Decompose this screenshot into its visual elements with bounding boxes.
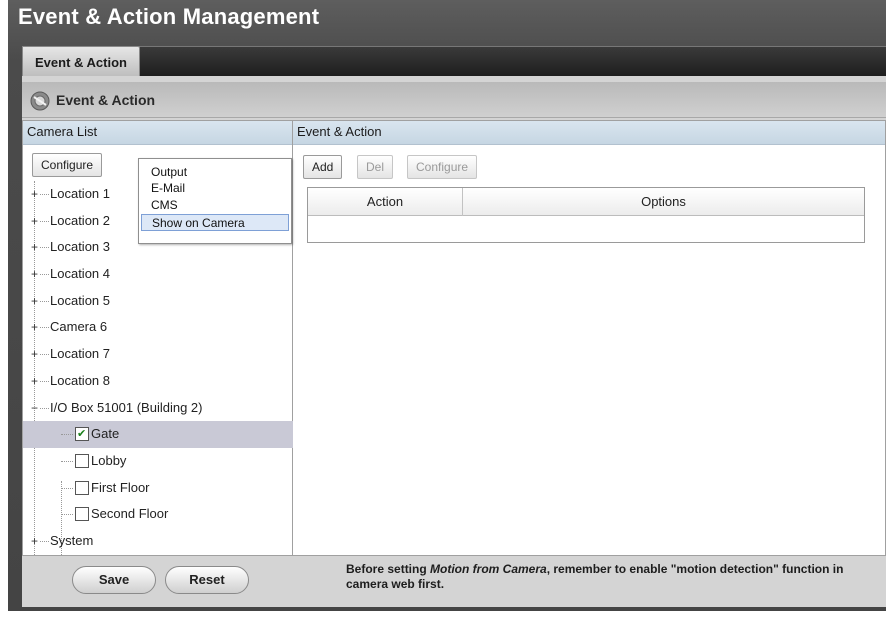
second-floor-checkbox[interactable] (75, 507, 89, 522)
collapse-icon[interactable]: − (29, 402, 40, 414)
tree-item-label: Location 5 (50, 292, 110, 308)
add-button[interactable]: Add (303, 155, 343, 179)
tree-connector (40, 274, 49, 276)
menu-item-cms[interactable]: CMS (141, 197, 289, 214)
tree-item-label: I/O Box 51001 (Building 2) (50, 399, 203, 415)
tree-connector (61, 434, 73, 436)
tree-item-location-4[interactable]: + Location 4 (23, 261, 294, 288)
tree-item-lobby[interactable]: Lobby (23, 448, 294, 475)
tree-item-label: Location 3 (50, 239, 110, 255)
configure-action-button[interactable]: Configure (407, 155, 478, 179)
tab-event-action[interactable]: Event & Action (22, 46, 140, 77)
app-window: Event & Action Management Event & Action… (8, 0, 886, 611)
tree-item-label: Location 7 (50, 346, 110, 362)
tree-item-label: System (50, 532, 94, 548)
content-area: Event & Action Camera List Configure + L… (22, 76, 886, 607)
event-action-panel: Event & Action Add Del Configure Action … (293, 120, 886, 556)
event-action-header: Event & Action (293, 121, 885, 145)
tree-connector (40, 380, 49, 382)
configure-dropdown-menu: Output E-Mail CMS Show on Camera (138, 158, 292, 244)
app-title: Event & Action Management (18, 4, 320, 29)
tree-item-label: Location 2 (50, 212, 110, 228)
tab-bar: Event & Action (22, 46, 886, 77)
menu-item-email[interactable]: E-Mail (141, 180, 289, 197)
action-table: Action Options (307, 187, 865, 243)
footer-note: Before setting Motion from Camera, remem… (346, 562, 876, 592)
tree-item-location-8[interactable]: + Location 8 (23, 368, 294, 395)
table-header: Action Options (308, 188, 864, 216)
tree-item-label: Lobby (91, 452, 127, 468)
expand-icon[interactable]: + (29, 188, 40, 200)
tree-item-io-box[interactable]: − I/O Box 51001 (Building 2) (23, 395, 294, 422)
expand-icon[interactable]: + (29, 215, 40, 227)
column-header-options[interactable]: Options (463, 188, 864, 216)
expand-icon[interactable]: + (29, 348, 40, 360)
tree-item-gate[interactable]: Gate (23, 421, 294, 448)
tree-connector (61, 514, 73, 516)
tree-item-second-floor[interactable]: Second Floor (23, 501, 294, 528)
camera-list-header: Camera List (23, 121, 292, 145)
gate-checkbox[interactable] (75, 421, 89, 448)
expand-icon[interactable]: + (29, 535, 40, 547)
reset-button[interactable]: Reset (165, 566, 249, 594)
tree-item-camera-6[interactable]: + Camera 6 (23, 314, 294, 341)
expand-icon[interactable]: + (29, 295, 40, 307)
tree-item-label: Location 1 (50, 186, 110, 201)
gear-icon (30, 91, 50, 111)
column-header-action[interactable]: Action (308, 188, 463, 216)
expand-icon[interactable]: + (29, 375, 40, 387)
expand-icon[interactable]: + (29, 321, 40, 333)
section-header: Event & Action (22, 82, 886, 118)
tree-item-label: Camera 6 (50, 319, 108, 335)
section-title: Event & Action (56, 92, 156, 108)
tree-connector (40, 194, 49, 195)
delete-button[interactable]: Del (357, 155, 394, 179)
tree-item-location-7[interactable]: + Location 7 (23, 341, 294, 368)
expand-icon[interactable]: + (29, 241, 40, 253)
tree-item-label: Second Floor (91, 506, 169, 522)
tree-connector (40, 247, 49, 249)
tree-item-label: First Floor (91, 479, 150, 495)
footer-note-emphasis: Motion from Camera (430, 562, 547, 576)
tree-connector (61, 487, 73, 489)
footer-bar: Save Reset Before setting Motion from Ca… (22, 556, 886, 607)
expand-icon[interactable]: + (29, 268, 40, 280)
tree-item-first-floor[interactable]: First Floor (23, 475, 294, 502)
lobby-checkbox[interactable] (75, 453, 89, 468)
tree-connector (40, 327, 49, 329)
footer-note-prefix: Before setting (346, 562, 431, 576)
tree-connector (40, 540, 49, 542)
first-floor-checkbox[interactable] (75, 480, 89, 495)
tree-item-label: Gate (91, 426, 120, 442)
tree-connector (40, 220, 49, 222)
tree-connector (40, 354, 49, 356)
menu-item-show-on-camera[interactable]: Show on Camera (141, 214, 289, 231)
save-button[interactable]: Save (72, 566, 156, 594)
tree-connector (61, 460, 73, 462)
tree-item-label: Location 4 (50, 266, 110, 282)
tree-item-label: Location 8 (50, 372, 110, 388)
menu-item-output[interactable]: Output (141, 164, 289, 181)
tree-connector (40, 407, 49, 409)
configure-button[interactable]: Configure (32, 153, 103, 177)
tree-item-location-5[interactable]: + Location 5 (23, 288, 294, 315)
tree-connector (40, 300, 49, 302)
tree-item-system[interactable]: + System (23, 528, 294, 555)
